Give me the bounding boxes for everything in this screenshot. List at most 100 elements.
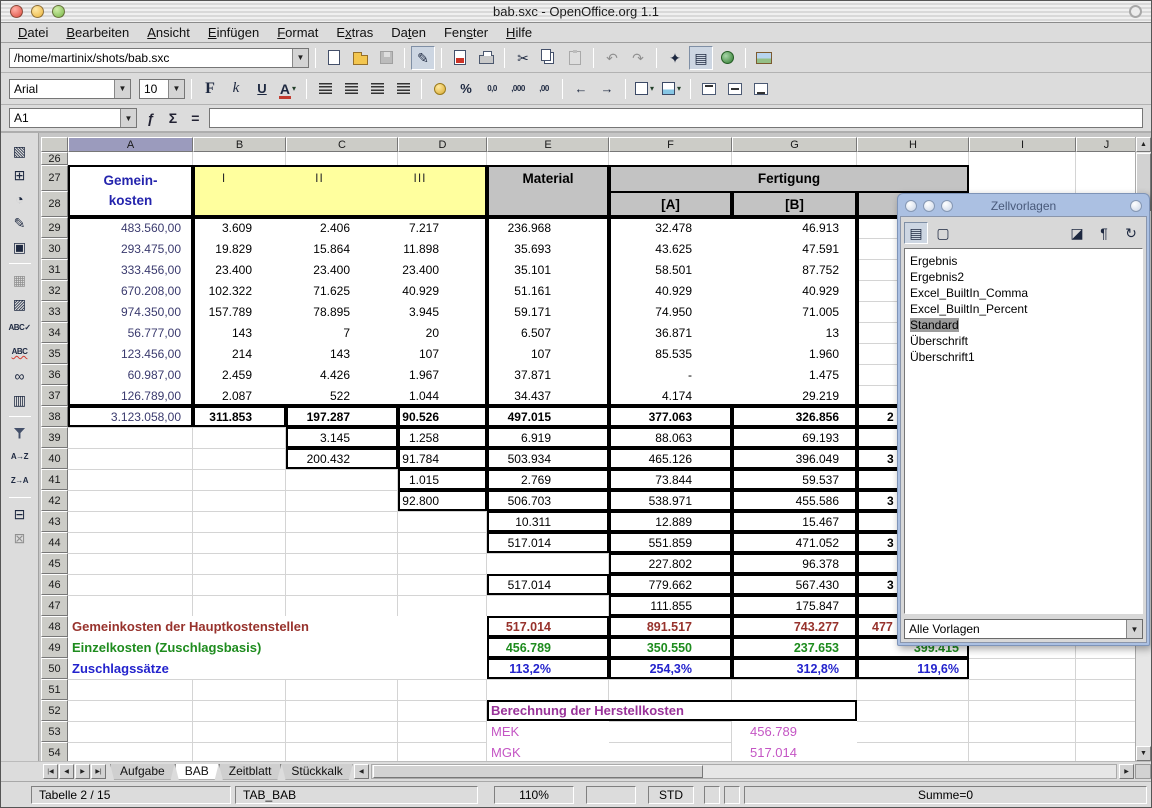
cell-C31[interactable]: 23.400 <box>286 259 398 280</box>
next-sheet-icon[interactable]: ▶ <box>75 764 90 779</box>
italic-button[interactable]: k <box>224 77 248 101</box>
cell-G48[interactable]: 743.277 <box>732 616 857 637</box>
menu-fenster[interactable]: Fenster <box>435 24 497 41</box>
font-name-input[interactable] <box>10 82 114 96</box>
cell-D39[interactable]: 1.258 <box>398 427 487 448</box>
cell-G47[interactable]: 175.847 <box>732 595 857 616</box>
row-header-49[interactable]: 49 <box>41 637 68 658</box>
row-header-42[interactable]: 42 <box>41 490 68 511</box>
status-zoom-field[interactable]: 110% <box>494 786 574 804</box>
cell-F31[interactable]: 58.501 <box>609 259 732 280</box>
cell-reference-dropdown-arrow-icon[interactable]: ▼ <box>120 109 136 127</box>
number-format-percent-button[interactable]: % <box>454 77 478 101</box>
style-item-standard[interactable]: Standard <box>907 317 1140 333</box>
cell-B29[interactable]: 3.609 <box>193 217 286 238</box>
cell-D30[interactable]: 11.898 <box>398 238 487 259</box>
font-size-input[interactable] <box>140 82 168 96</box>
font-name-combo[interactable]: ▼ <box>9 79 131 99</box>
spellcheck-button[interactable]: ABC✓ <box>7 317 33 339</box>
cell-A38[interactable]: 3.123.058,00 <box>68 406 193 427</box>
menu-hilfe[interactable]: Hilfe <box>497 24 541 41</box>
cell-D31[interactable]: 23.400 <box>398 259 487 280</box>
add-decimal-place-button[interactable]: ,000 <box>506 77 530 101</box>
font-size-combo[interactable]: ▼ <box>139 79 185 99</box>
style-filter-combo[interactable]: Alle Vorlagen ▼ <box>904 619 1143 639</box>
cell-reference-input[interactable] <box>10 111 120 125</box>
cell-A33[interactable]: 974.350,00 <box>68 301 193 322</box>
column-header-C[interactable]: C <box>286 137 398 152</box>
fill-format-mode-button[interactable]: ◪ <box>1065 222 1089 244</box>
column-header-G[interactable]: G <box>732 137 857 152</box>
cell-F35[interactable]: 85.535 <box>609 343 732 364</box>
autospellcheck-button[interactable]: ABC <box>7 341 33 363</box>
cell-D40[interactable]: 91.784 <box>398 448 487 469</box>
cut-button[interactable]: ✂ <box>511 46 535 70</box>
status-empty-field-2[interactable] <box>704 786 720 804</box>
cell-G30[interactable]: 47.591 <box>732 238 857 259</box>
cell-C37[interactable]: 522 <box>286 385 398 406</box>
cell-G50[interactable]: 312,8% <box>732 658 857 679</box>
row-header-28[interactable]: 28 <box>41 191 68 217</box>
cell-E39[interactable]: 6.919 <box>487 427 609 448</box>
cell-E35[interactable]: 107 <box>487 343 609 364</box>
cell-C35[interactable]: 143 <box>286 343 398 364</box>
cell-E44[interactable]: 517.014 <box>487 532 609 553</box>
column-header-E[interactable]: E <box>487 137 609 152</box>
cell-F37[interactable]: 4.174 <box>609 385 732 406</box>
cell-E34[interactable]: 6.507 <box>487 322 609 343</box>
cell-G31[interactable]: 87.752 <box>732 259 857 280</box>
cell-E46[interactable]: 517.014 <box>487 574 609 595</box>
cell-C29[interactable]: 2.406 <box>286 217 398 238</box>
cell-D29[interactable]: 7.217 <box>398 217 487 238</box>
row-header-32[interactable]: 32 <box>41 280 68 301</box>
cell-G45[interactable]: 96.378 <box>732 553 857 574</box>
row-header-30[interactable]: 30 <box>41 238 68 259</box>
cell-E32[interactable]: 51.161 <box>487 280 609 301</box>
cell-D38[interactable]: 90.526 <box>398 406 487 427</box>
column-header-I[interactable]: I <box>969 137 1076 152</box>
row-header-43[interactable]: 43 <box>41 511 68 532</box>
style-item-excel-builtin-percent[interactable]: Excel_BuiltIn_Percent <box>907 301 1140 317</box>
cell-A32[interactable]: 670.208,00 <box>68 280 193 301</box>
autofilter-button[interactable] <box>7 422 33 444</box>
column-header-D[interactable]: D <box>398 137 487 152</box>
align-top-button[interactable] <box>697 77 721 101</box>
cell-G29[interactable]: 46.913 <box>732 217 857 238</box>
cell-B37[interactable]: 2.087 <box>193 385 286 406</box>
cell-G28[interactable]: [B] <box>732 191 857 217</box>
cell-F34[interactable]: 36.871 <box>609 322 732 343</box>
close-window-button[interactable] <box>10 5 23 18</box>
row-header-48[interactable]: 48 <box>41 616 68 637</box>
row-header-54[interactable]: 54 <box>41 742 68 761</box>
decrease-indent-button[interactable]: ← <box>569 77 593 101</box>
cell-D27[interactable]: III <box>398 165 487 191</box>
align-bottom-button[interactable] <box>749 77 773 101</box>
style-filter-dropdown-arrow-icon[interactable]: ▼ <box>1126 620 1142 638</box>
row-header-27[interactable]: 27 <box>41 165 68 191</box>
row-header-53[interactable]: 53 <box>41 721 68 742</box>
tab-scroll-left-icon[interactable]: ◀ <box>354 764 369 779</box>
cell-A30[interactable]: 293.475,00 <box>68 238 193 259</box>
cell-reference-combo[interactable]: ▼ <box>9 108 137 128</box>
cell-C27[interactable]: II <box>286 165 398 191</box>
row-header-51[interactable]: 51 <box>41 679 68 700</box>
cell-F33[interactable]: 74.950 <box>609 301 732 322</box>
cell-E52[interactable]: Berechnung der Herstellkosten <box>487 700 857 721</box>
sum-icon[interactable]: Σ <box>165 110 181 126</box>
borders-dropdown-arrow-icon[interactable]: ▾ <box>650 84 654 93</box>
cell-B38[interactable]: 311.853 <box>193 406 286 427</box>
cell-B30[interactable]: 19.829 <box>193 238 286 259</box>
cell-E33[interactable]: 59.171 <box>487 301 609 322</box>
sheet-tab-st-ckkalk[interactable]: Stückkalk <box>281 764 352 780</box>
cell-E50[interactable]: 113,2% <box>487 658 609 679</box>
cell-E27[interactable]: Material <box>487 165 609 191</box>
insert-button[interactable]: ▧ <box>7 140 33 162</box>
cell-G43[interactable]: 15.467 <box>732 511 857 532</box>
stylist-button[interactable]: ▤ <box>689 46 713 70</box>
stylist-minimize-button[interactable] <box>923 200 935 212</box>
cell-C40[interactable]: 200.432 <box>286 448 398 469</box>
status-range-name-field[interactable]: TAB_BAB <box>235 786 478 804</box>
column-header-B[interactable]: B <box>193 137 286 152</box>
horizontal-scrollbar[interactable] <box>371 764 1117 779</box>
status-sum-field[interactable]: Summe=0 <box>744 786 1147 804</box>
